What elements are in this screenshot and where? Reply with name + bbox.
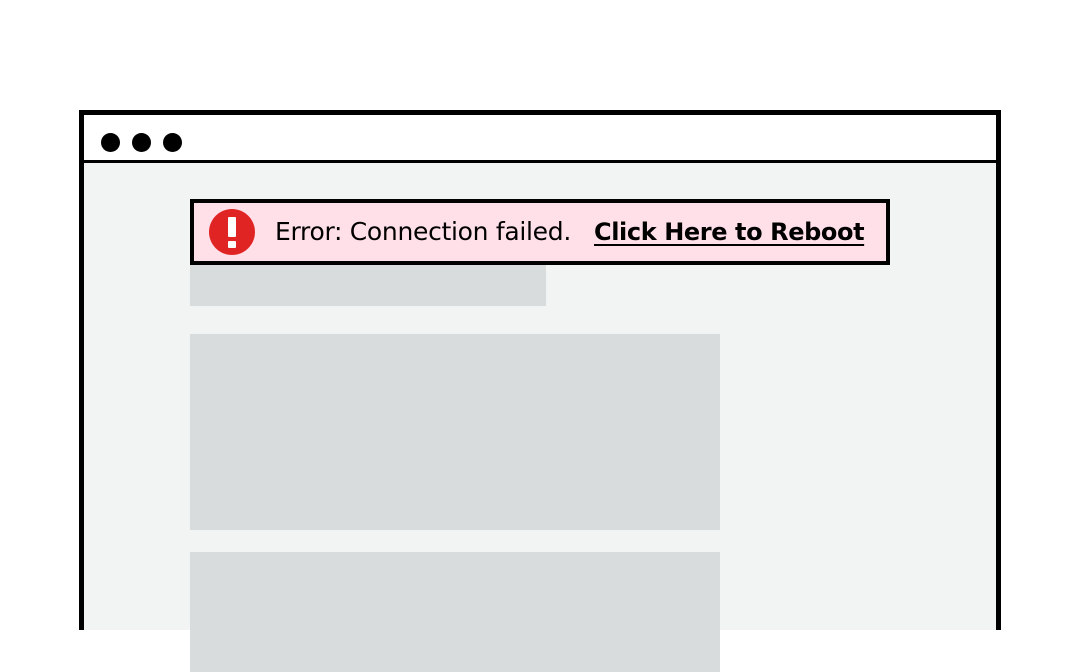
title-bar xyxy=(84,115,996,163)
error-exclamation-icon xyxy=(209,209,255,255)
content-placeholder-block xyxy=(190,552,720,672)
content-placeholder-block xyxy=(190,334,720,530)
window-control-dot[interactable] xyxy=(101,133,120,152)
window-control-dot[interactable] xyxy=(132,133,151,152)
error-message: Error: Connection failed. xyxy=(275,217,571,246)
content-placeholder-heading xyxy=(190,265,546,306)
reboot-link[interactable]: Click Here to Reboot xyxy=(594,216,865,248)
error-banner: Error: Connection failed. Click Here to … xyxy=(190,199,890,265)
browser-window: Error: Connection failed. Click Here to … xyxy=(79,110,1001,672)
window-control-dot[interactable] xyxy=(163,133,182,152)
